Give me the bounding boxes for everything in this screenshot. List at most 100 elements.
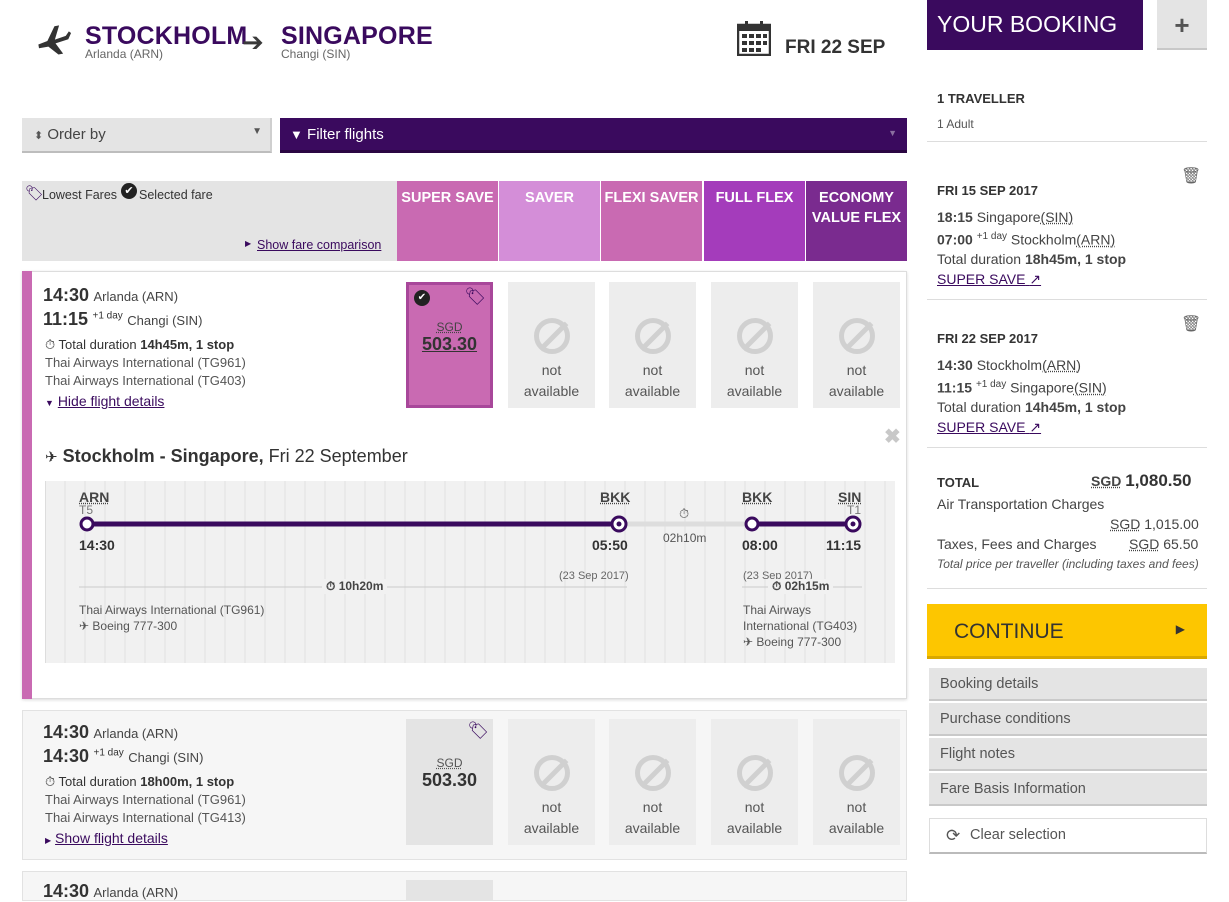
seg2-duration: ⏱ 02h15m xyxy=(768,579,833,594)
continue-button[interactable]: CONTINUE ▶ xyxy=(927,604,1207,659)
airline-1: Thai Airways International (TG961) xyxy=(45,792,246,807)
na-text: available xyxy=(508,820,595,836)
leg2-duration: Total duration 14h45m, 1 stop xyxy=(937,399,1126,415)
fare-not-available: not available xyxy=(813,282,900,408)
trash-icon[interactable]: 🗑 xyxy=(1181,166,1201,186)
day-offset: +1 day xyxy=(93,311,123,322)
fare-column-4: ECONOMY VALUE FLEX xyxy=(806,181,907,261)
selected-fare-label: Selected fare xyxy=(139,188,213,202)
show-details-link[interactable]: ▶ Show flight details xyxy=(45,830,168,846)
seg1-terminal: T5 xyxy=(79,503,93,517)
seg1-aircraft-label: Boeing 777-300 xyxy=(92,619,177,633)
dep-airport: Arlanda (ARN) xyxy=(94,885,179,900)
divider xyxy=(927,141,1207,142)
route-label: Stockholm - Singapore, xyxy=(63,446,264,466)
arr-time: 11:15 xyxy=(43,309,88,329)
divider xyxy=(927,299,1207,300)
not-available-icon xyxy=(635,755,671,791)
airline-1: Thai Airways International (TG961) xyxy=(45,355,246,370)
arr-airport: Changi (SIN) xyxy=(128,750,203,765)
caret-right-icon: ▶ xyxy=(1176,622,1185,636)
seg1-duration: ⏱ 10h20m xyxy=(322,579,387,594)
total-value: 1,080.50 xyxy=(1125,471,1191,490)
leg1-dep-time: 18:15 xyxy=(937,209,973,225)
side-link-2[interactable]: Flight notes xyxy=(929,738,1207,771)
order-by-select[interactable]: ⬍ Order by ▼ xyxy=(22,118,272,153)
side-link-1[interactable]: Purchase conditions xyxy=(929,703,1207,736)
leg1-arr-city: Stockholm xyxy=(1011,232,1076,248)
duration-row: ⏱ Total duration 14h45m, 1 stop xyxy=(45,337,234,353)
leg1-dep: 18:15 Singapore(SIN) xyxy=(937,209,1073,225)
add-button[interactable]: + xyxy=(1157,0,1207,50)
detail-title: ✈ Stockholm - Singapore, Fri 22 Septembe… xyxy=(45,446,408,467)
na-text: not xyxy=(508,362,595,378)
side-link-3[interactable]: Fare Basis Information xyxy=(929,773,1207,806)
dep-airport: Arlanda (ARN) xyxy=(94,726,179,741)
fare-column-2: FLEXI SAVER xyxy=(601,181,702,261)
hide-details-label: Hide flight details xyxy=(58,393,165,409)
leg1-duration-label: Total duration xyxy=(937,251,1021,267)
check-circle-icon: ✔ xyxy=(414,290,430,306)
check-circle-icon: ✔ xyxy=(121,183,137,199)
arrival-row: 14:30 +1 day Changi (SIN) xyxy=(43,746,203,767)
currency: SGD xyxy=(406,756,493,770)
fare-column-1: SAVER xyxy=(499,181,600,261)
air-charges-label: Air Transportation Charges xyxy=(937,496,1104,512)
currency: SGD xyxy=(1129,536,1159,552)
arrival-row: 11:15 +1 day Changi (SIN) xyxy=(43,309,202,330)
tax-value: 65.50 xyxy=(1163,536,1198,552)
fare-cell[interactable] xyxy=(406,880,493,900)
leg2-arr-time: 11:15 xyxy=(937,380,972,396)
currency: SGD xyxy=(1091,473,1121,489)
clear-selection-button[interactable]: ⟳ Clear selection xyxy=(929,818,1207,854)
seg1-dep-time: 14:30 xyxy=(79,537,115,553)
fare-super-save[interactable]: 🏷 SGD 503.30 xyxy=(406,719,493,845)
seg1-arr-time: 05:50 xyxy=(592,537,628,553)
trash-icon[interactable]: 🗑 xyxy=(1181,314,1201,334)
fare-super-save-selected[interactable]: ✔ 🏷 SGD 503.30 xyxy=(406,282,493,408)
fare-not-available: not available xyxy=(609,282,696,408)
show-fare-comparison-link[interactable]: Show fare comparison xyxy=(257,238,381,252)
calendar-icon[interactable] xyxy=(737,20,771,56)
na-text: not xyxy=(609,799,696,815)
stopwatch-icon: ⏱ xyxy=(45,774,55,789)
order-by-label: Order by xyxy=(47,126,105,143)
external-link-icon: ↗ xyxy=(1029,419,1041,435)
na-text: available xyxy=(609,820,696,836)
na-text: available xyxy=(813,383,900,399)
tag-icon: 🏷 xyxy=(464,287,486,307)
leg2-dep-time: 14:30 xyxy=(937,357,973,373)
seg1-airline: Thai Airways International (TG961) xyxy=(79,603,264,617)
refresh-icon: ⟳ xyxy=(946,826,960,846)
seg2-arr-time: 11:15 xyxy=(826,537,861,553)
na-text: available xyxy=(711,820,798,836)
na-text: available xyxy=(508,383,595,399)
caret-right-icon: ▶ xyxy=(45,836,51,845)
leg1-arr-time: 07:00 xyxy=(937,232,973,248)
day-offset: +1 day xyxy=(976,379,1006,390)
leg2-duration-value: 14h45m, 1 stop xyxy=(1025,399,1126,415)
travel-date[interactable]: FRI 22 SEP xyxy=(785,37,885,59)
hide-details-link[interactable]: ▼ Hide flight details xyxy=(45,393,164,409)
show-details-label: Show flight details xyxy=(55,830,168,846)
filter-flights-button[interactable]: ▼ Filter flights ▼ xyxy=(280,118,907,153)
na-text: available xyxy=(711,383,798,399)
not-available-icon xyxy=(534,318,570,354)
duration-value: 18h00m, 1 stop xyxy=(140,774,234,789)
day-offset: +1 day xyxy=(94,748,124,759)
leg1-fare-link[interactable]: SUPER SAVE ↗ xyxy=(937,271,1041,288)
duration-row: ⏱ Total duration 18h00m, 1 stop xyxy=(45,774,234,790)
leg2-arr-city: Singapore xyxy=(1010,380,1074,396)
price: 503.30 xyxy=(409,334,490,355)
leg2-fare-link[interactable]: SUPER SAVE ↗ xyxy=(937,419,1041,436)
na-text: not xyxy=(711,799,798,815)
close-icon[interactable]: ✖ xyxy=(884,424,901,449)
fare-legend: 🏷 Lowest Fares ✔ Selected fare ▶ Show fa… xyxy=(22,181,397,261)
lowest-fares-label: Lowest Fares xyxy=(42,188,117,202)
na-text: not xyxy=(711,362,798,378)
continue-label: CONTINUE xyxy=(954,620,1064,643)
seg2-aircraft: ✈ Boeing 777-300 xyxy=(743,635,841,649)
side-link-0[interactable]: Booking details xyxy=(929,668,1207,701)
air-charges: SGD 1,015.00 xyxy=(1110,516,1199,532)
chevron-down-icon: ▼ xyxy=(252,126,262,137)
